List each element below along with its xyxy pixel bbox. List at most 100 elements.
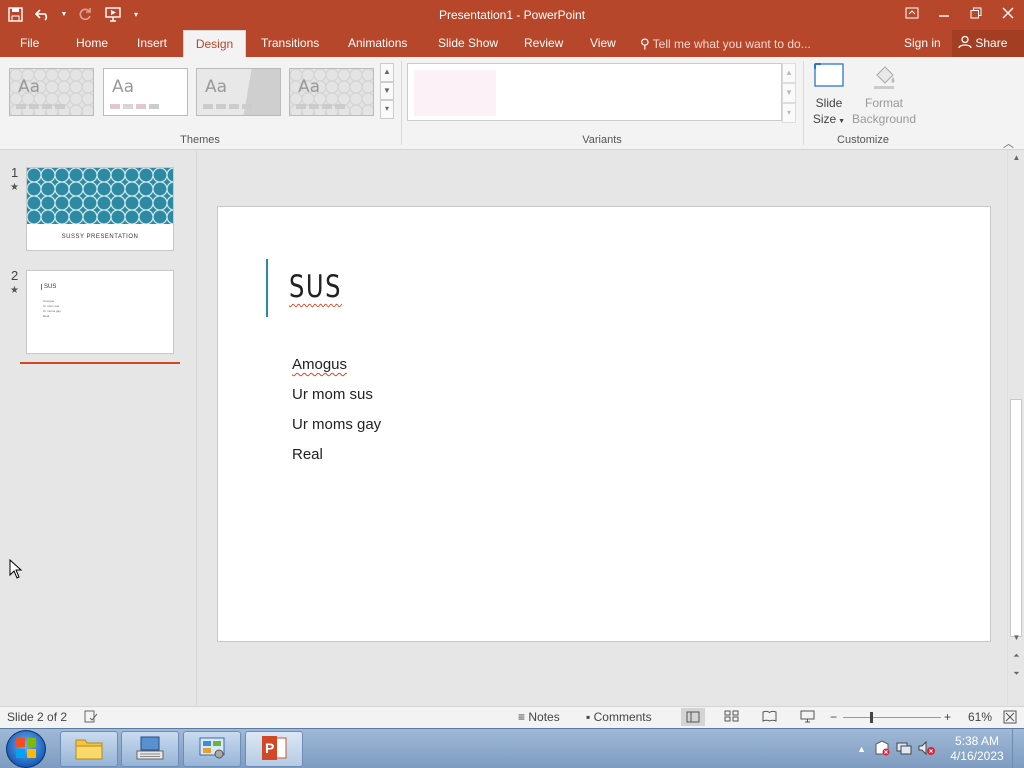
tab-animations[interactable]: Animations	[338, 30, 417, 57]
share-label: Share	[975, 36, 1008, 50]
slide-content-placeholder[interactable]: Amogus Ur mom sus Ur moms gay Real	[292, 355, 381, 475]
gallery-down-icon[interactable]: ▼	[782, 83, 796, 103]
next-slide-icon[interactable]: ⏷	[1008, 667, 1024, 681]
gallery-up-icon[interactable]: ▲	[380, 63, 394, 82]
window-title: Presentation1 - PowerPoint	[438, 8, 586, 22]
reading-view-icon[interactable]	[762, 710, 777, 725]
theme-color-bars	[110, 104, 159, 109]
tab-slide-show[interactable]: Slide Show	[428, 30, 508, 57]
bullet-item[interactable]: Ur mom sus	[292, 385, 381, 415]
system-clock[interactable]: 5:38 AM 4/16/2023	[942, 734, 1012, 764]
variant-thumbnail[interactable]	[414, 70, 496, 116]
previous-slide-icon[interactable]: ⏶	[1008, 649, 1024, 663]
theme-thumbnail-gradient[interactable]: Aa	[196, 68, 281, 116]
slide-thumbnail-1[interactable]: SUSSY PRESENTATION	[26, 167, 174, 251]
gallery-up-icon[interactable]: ▲	[782, 63, 796, 83]
folder-icon	[74, 735, 104, 764]
gallery-down-icon[interactable]: ▼	[380, 81, 394, 101]
theme-thumbnail-pattern[interactable]: Aa	[289, 68, 374, 116]
volume-muted-icon[interactable]	[918, 740, 936, 759]
slide-thumbnail-2[interactable]: SUS Amogus Ur mom sus Ur moms gay Real	[26, 270, 174, 354]
theme-color-bars	[203, 104, 252, 109]
sign-in-link[interactable]: Sign in	[896, 30, 949, 57]
fit-to-window-icon[interactable]	[1003, 710, 1017, 727]
share-button[interactable]: Share	[952, 30, 1024, 57]
format-background-label-line2: Background	[851, 112, 917, 126]
scroll-down-icon[interactable]: ▼	[1008, 631, 1024, 645]
zoom-level[interactable]: 61%	[968, 710, 992, 724]
notes-icon: ≡	[518, 710, 526, 724]
taskbar-keyboard-app[interactable]	[121, 731, 179, 767]
customize-group-label: Customize	[837, 134, 889, 146]
windows-logo-icon	[16, 738, 36, 758]
slide-size-button[interactable]: Slide Size ▼	[810, 61, 848, 130]
bullet-item[interactable]: Amogus	[292, 355, 381, 385]
spelling-check-icon[interactable]	[84, 710, 98, 726]
restore-icon[interactable]	[960, 0, 992, 26]
zoom-out-button[interactable]: −	[830, 710, 837, 724]
tell-me-search[interactable]: ⚲ Tell me what you want to do...	[640, 30, 811, 57]
show-desktop-button[interactable]	[1012, 729, 1024, 768]
network-icon[interactable]	[896, 740, 912, 759]
action-center-icon[interactable]	[874, 739, 890, 759]
normal-view-icon[interactable]	[681, 708, 705, 726]
ribbon: Aa Aa Aa Aa ▲ ▼ ▾ Themes ▲ ▼ ▾ Variants …	[0, 57, 1024, 150]
tab-home[interactable]: Home	[66, 30, 118, 57]
theme-thumbnail-office[interactable]: Aa	[9, 68, 94, 116]
thumbnail-caption: SUSSY PRESENTATION	[61, 234, 139, 240]
close-icon[interactable]	[992, 0, 1024, 26]
format-background-button[interactable]: Format Background	[850, 61, 918, 127]
minimize-icon[interactable]	[928, 0, 960, 26]
vertical-scrollbar[interactable]: ▲ ▼ ⏶ ⏷	[1007, 151, 1024, 705]
slide-sorter-view-icon[interactable]	[724, 710, 739, 725]
slideshow-view-icon[interactable]	[800, 710, 815, 726]
slide-title[interactable]: SUS	[289, 269, 342, 305]
zoom-in-button[interactable]: +	[944, 710, 951, 724]
clock-date: 4/16/2023	[950, 749, 1004, 763]
bullet-item[interactable]: Ur moms gay	[292, 415, 381, 445]
format-background-label: Format	[864, 96, 903, 110]
zoom-slider-track[interactable]	[843, 717, 941, 718]
ribbon-tabs: File Home Insert Design Transitions Anim…	[0, 30, 1024, 57]
animation-star-icon: ★	[10, 182, 19, 193]
theme-thumbnail-plain[interactable]: Aa	[103, 68, 188, 116]
current-slide[interactable]: SUS Amogus Ur mom sus Ur moms gay Real	[217, 206, 991, 642]
svg-text:P: P	[265, 740, 274, 756]
notes-button[interactable]: ≡ Notes	[518, 710, 560, 724]
theme-aa-text: Aa	[298, 77, 321, 97]
variants-group-label: Variants	[582, 134, 622, 146]
variants-gallery-scroll: ▲ ▼ ▾	[782, 63, 796, 123]
themes-group-label: Themes	[180, 134, 220, 146]
taskbar-powerpoint[interactable]: P	[245, 731, 303, 767]
tab-review[interactable]: Review	[514, 30, 573, 57]
thumbnail-pattern	[27, 168, 173, 224]
taskbar-control-panel[interactable]	[183, 731, 241, 767]
zoom-slider-thumb[interactable]	[870, 712, 873, 723]
start-button[interactable]	[6, 730, 46, 768]
tab-design[interactable]: Design	[183, 30, 246, 57]
tab-insert[interactable]: Insert	[127, 30, 177, 57]
show-hidden-icons-icon[interactable]: ▲	[857, 744, 866, 754]
slide-size-icon	[810, 61, 848, 95]
comments-button[interactable]: ▪ Comments	[586, 710, 652, 724]
animation-star-icon: ★	[10, 285, 19, 296]
gallery-more-icon[interactable]: ▾	[782, 103, 796, 123]
slide-editing-area: SUS Amogus Ur mom sus Ur moms gay Real	[198, 151, 1007, 705]
lightbulb-icon: ⚲	[640, 36, 650, 51]
ribbon-display-options-icon[interactable]	[896, 0, 928, 26]
tab-view[interactable]: View	[580, 30, 626, 57]
clock-time: 5:38 AM	[954, 734, 1000, 748]
themes-gallery-scroll: ▲ ▼ ▾	[380, 63, 394, 120]
collapse-ribbon-icon[interactable]: ︿	[1003, 135, 1014, 151]
theme-color-bars	[296, 104, 345, 109]
tab-transitions[interactable]: Transitions	[251, 30, 329, 57]
taskbar-explorer[interactable]	[60, 731, 118, 767]
scroll-thumb[interactable]	[1010, 399, 1022, 637]
bullet-item[interactable]: Real	[292, 445, 381, 475]
chevron-down-icon: ▼	[836, 118, 846, 125]
thumbnail-title: SUS	[41, 284, 56, 290]
tab-file[interactable]: File	[10, 30, 49, 57]
scroll-up-icon[interactable]: ▲	[1008, 151, 1024, 165]
gallery-more-icon[interactable]: ▾	[380, 100, 394, 120]
mouse-pointer-icon	[9, 558, 23, 582]
